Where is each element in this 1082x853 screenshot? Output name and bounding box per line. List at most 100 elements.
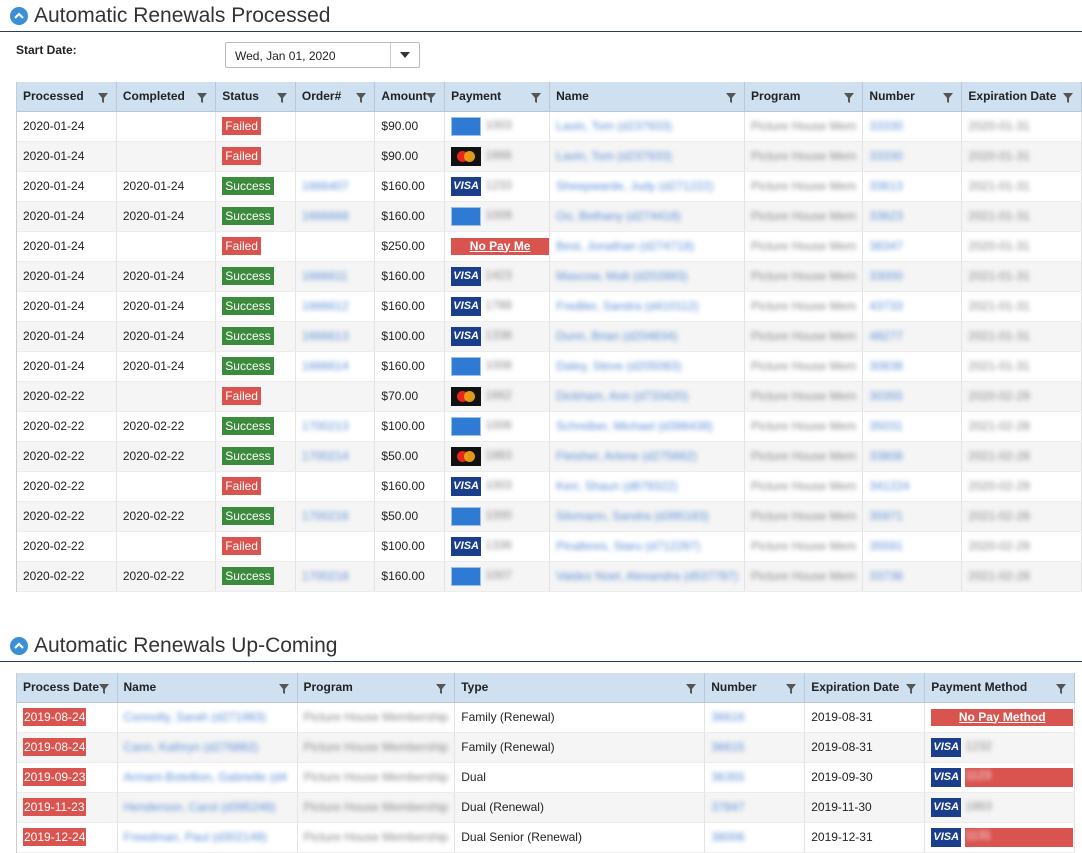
column-header[interactable]: Amount	[374, 82, 446, 112]
order-number[interactable]: 1666614	[302, 359, 349, 373]
order-number[interactable]: 1666612	[302, 299, 349, 313]
no-pay-method-link[interactable]: No Pay Method	[931, 708, 1074, 726]
order-number[interactable]: 1700213	[302, 419, 349, 433]
filter-icon[interactable]	[356, 92, 367, 106]
filter-icon[interactable]	[726, 92, 737, 106]
collapse-chevron-up-icon[interactable]	[10, 7, 28, 25]
member-name-link[interactable]: Armani-Botellion, Gabrielle (d4	[124, 770, 287, 784]
column-header[interactable]: Name	[549, 82, 746, 112]
column-header[interactable]: Program	[297, 673, 456, 703]
member-number-link[interactable]: 36355	[711, 770, 744, 784]
order-number[interactable]: 1666407	[302, 179, 349, 193]
table-row[interactable]: 2019-11-23 Henderson, Carol (d395248) Pict…	[17, 792, 1076, 823]
table-row[interactable]: 2020-01-24 2020-01-24 Success 1666668 $160.0…	[17, 201, 1082, 232]
member-name-link[interactable]: Pinaferes, Staru (d712287)	[556, 539, 700, 553]
table-row[interactable]: 2020-02-22 2020-02-22 Success 1700214 $50.00…	[17, 441, 1082, 472]
member-number-link[interactable]: 30355	[869, 389, 902, 403]
column-header[interactable]: Payment	[444, 82, 551, 112]
table-row[interactable]: 2020-02-22 Failed $70.00 1662 Dickham, Ann (…	[17, 381, 1082, 412]
filter-icon[interactable]	[197, 92, 208, 106]
member-number-link[interactable]: 36616	[711, 710, 744, 724]
filter-icon[interactable]	[436, 683, 447, 697]
filter-icon[interactable]	[426, 92, 437, 106]
column-header[interactable]: Process Date	[17, 673, 118, 703]
table-row[interactable]: 2020-02-22 Failed $100.00 VISA 1336 Pinaferes…	[17, 531, 1082, 562]
no-pay-method-link[interactable]: No Pay Me	[451, 237, 549, 255]
table-row[interactable]: 2020-01-24 2020-01-24 Success 1666614 $160.0…	[17, 351, 1082, 382]
member-number-link[interactable]: 37847	[711, 800, 744, 814]
filter-icon[interactable]	[98, 683, 109, 697]
member-number-link[interactable]: 35591	[869, 539, 902, 553]
filter-icon[interactable]	[276, 92, 287, 106]
order-number[interactable]: 1666613	[302, 329, 349, 343]
member-name-link[interactable]: Sheepwarde, Judy (d271222)	[556, 179, 713, 193]
table-row[interactable]: 2020-01-24 Failed $90.00 1003 Lavin, Tom (d2…	[17, 111, 1082, 142]
member-name-link[interactable]: Schreiber, Michael (d396438)	[556, 419, 713, 433]
table-row[interactable]: 2020-02-22 2020-02-22 Success 1700213 $100.0…	[17, 411, 1082, 442]
member-number-link[interactable]: 33613	[869, 179, 902, 193]
filter-icon[interactable]	[1063, 92, 1073, 106]
member-name-link[interactable]: Connolly, Sarah (d271983)	[124, 710, 267, 724]
member-number-link[interactable]: 341224	[869, 479, 909, 493]
member-name-link[interactable]: Cann, Kathryn (d276882)	[124, 740, 259, 754]
member-name-link[interactable]: Mascow, Matt (d202883)	[556, 269, 687, 283]
table-row[interactable]: 2019-09-23 Armani-Botellion, Gabrielle (d…	[17, 762, 1076, 793]
filter-icon[interactable]	[278, 683, 289, 697]
table-row[interactable]: 2020-02-22 Failed $160.00 VISA 1003 Kerr, Sha…	[17, 471, 1082, 502]
filter-icon[interactable]	[97, 92, 108, 106]
column-header[interactable]: Name	[117, 673, 298, 703]
table-row[interactable]: 2020-02-22 2020-02-22 Success 1700216 $50.00…	[17, 501, 1082, 532]
order-number[interactable]: 1700214	[302, 449, 349, 463]
member-name-link[interactable]: Kerr, Shaun (d879322)	[556, 479, 677, 493]
order-number[interactable]: 1700218	[302, 569, 349, 583]
table-row[interactable]: 2020-01-24 2020-01-24 Success 1666407 $160.0…	[17, 171, 1082, 202]
filter-icon[interactable]	[1056, 683, 1067, 697]
filter-icon[interactable]	[943, 92, 954, 106]
order-number[interactable]: 1666668	[302, 209, 349, 223]
member-number-link[interactable]: 33808	[869, 449, 902, 463]
member-name-link[interactable]: Best, Jonathan (d274718)	[556, 239, 694, 253]
table-row[interactable]: 2019-08-24 Cann, Kathryn (d276882) Picture…	[17, 732, 1076, 763]
member-name-link[interactable]: Dunn, Brian (d204834)	[556, 329, 677, 343]
column-header[interactable]: Number	[704, 673, 806, 703]
member-name-link[interactable]: Daley, Steve (d205083)	[556, 359, 681, 373]
table-row[interactable]: 2019-08-24 Connolly, Sarah (d271983) Pictu…	[17, 702, 1076, 733]
member-name-link[interactable]: Fredlier, Sandra (d410112)	[556, 299, 699, 313]
member-name-link[interactable]: Lavin, Tom (d237933)	[556, 149, 672, 163]
table-row[interactable]: 2020-01-24 2020-01-24 Success 1666613 $100.0…	[17, 321, 1082, 352]
member-name-link[interactable]: Silvmann, Sandra (d395183)	[556, 509, 709, 523]
member-name-link[interactable]: Valdez Noel, Alexandra (d537787)	[556, 569, 738, 583]
table-row[interactable]: 2020-01-24 2020-01-24 Success 1666612 $160.0…	[17, 291, 1082, 322]
table-row[interactable]: 2020-02-22 2020-02-22 Success 1700218 $160.0…	[17, 561, 1082, 592]
member-number-link[interactable]: 48277	[869, 329, 902, 343]
column-header[interactable]: Number	[862, 82, 963, 112]
member-number-link[interactable]: 38006	[711, 830, 744, 844]
column-header[interactable]: Payment Method	[924, 673, 1076, 703]
member-number-link[interactable]: 33330	[869, 119, 902, 133]
member-name-link[interactable]: Dickham, Ann (d733420)	[556, 389, 688, 403]
member-number-link[interactable]: 36615	[711, 740, 744, 754]
filter-icon[interactable]	[786, 683, 797, 697]
column-header[interactable]: Processed	[17, 82, 117, 112]
member-name-link[interactable]: Freedman, Paul (d302149)	[124, 830, 267, 844]
table-row[interactable]: 2019-12-24 Freedman, Paul (d302149) Pictur…	[17, 822, 1076, 853]
member-name-link[interactable]: Henderson, Carol (d395248)	[124, 800, 276, 814]
column-header[interactable]: Completed	[116, 82, 217, 112]
member-number-link[interactable]: 33000	[869, 269, 902, 283]
member-number-link[interactable]: 43733	[869, 299, 902, 313]
column-header[interactable]: Status	[215, 82, 296, 112]
order-number[interactable]: 1666611	[302, 269, 348, 283]
filter-icon[interactable]	[686, 683, 697, 697]
table-row[interactable]: 2020-01-24 Failed $250.00 No Pay Me Best, Jo…	[17, 231, 1082, 262]
column-header[interactable]: Expiration Date	[804, 673, 926, 703]
column-header[interactable]: Expiration Date	[961, 82, 1082, 112]
column-header[interactable]: Order#	[295, 82, 376, 112]
member-number-link[interactable]: 33623	[869, 209, 902, 223]
member-number-link[interactable]: 30838	[869, 359, 902, 373]
member-name-link[interactable]: Fleisher, Arlene (d275682)	[556, 449, 697, 463]
member-number-link[interactable]: 33330	[869, 149, 902, 163]
filter-icon[interactable]	[906, 683, 917, 697]
column-header[interactable]: Type	[454, 673, 706, 703]
column-header[interactable]: Program	[744, 82, 864, 112]
collapse-chevron-up-icon[interactable]	[10, 637, 28, 655]
